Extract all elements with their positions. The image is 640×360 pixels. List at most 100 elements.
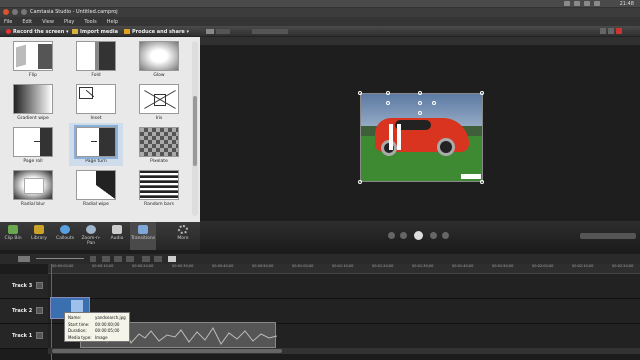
resize-handle[interactable] — [418, 111, 422, 115]
track-label: Track 3 — [12, 283, 33, 289]
transitions-scrollbar[interactable] — [192, 41, 198, 216]
transition-radial-blur[interactable]: Radial blur — [6, 166, 60, 209]
step-back-button[interactable] — [400, 232, 407, 239]
resize-handle[interactable] — [358, 91, 362, 95]
detach-icon[interactable] — [608, 28, 614, 34]
transition-fold[interactable]: Fold — [69, 37, 123, 80]
transition-iris[interactable]: Iris — [132, 80, 186, 123]
ruler-mark: 00:00:40;00 — [212, 264, 234, 268]
menu-help[interactable]: Help — [107, 19, 118, 25]
transition-label: Iris — [155, 116, 163, 121]
resize-handle[interactable] — [358, 180, 362, 184]
preview-canvas[interactable] — [200, 45, 640, 221]
record-icon — [6, 29, 11, 34]
track-toggle-button[interactable] — [36, 332, 43, 339]
track-2-lane[interactable] — [48, 299, 640, 324]
resize-handle[interactable] — [386, 91, 390, 95]
produce-share-button[interactable]: Produce and share ▾ — [124, 28, 189, 35]
tab-library[interactable]: Library — [26, 222, 52, 250]
timeline-scrollbar[interactable] — [48, 348, 640, 354]
resize-handle[interactable] — [386, 101, 390, 105]
resize-handle[interactable] — [418, 101, 422, 105]
transition-gradient-wipe[interactable]: Gradient wipe — [6, 80, 60, 123]
undo-icon[interactable] — [102, 256, 110, 262]
time-ruler[interactable]: 00:00:00;00 00:00:10;00 00:00:20;00 00:00:3… — [48, 264, 640, 274]
window-mode-icon[interactable] — [600, 28, 606, 34]
track-3-lane[interactable] — [48, 274, 640, 299]
next-clip-button[interactable] — [442, 232, 449, 239]
mail-icon[interactable] — [594, 1, 600, 6]
maximize-window-button[interactable] — [21, 9, 27, 15]
import-media-button[interactable]: Import media — [72, 28, 118, 35]
pixelate-thumbnail — [139, 127, 179, 157]
minimize-window-button[interactable] — [12, 9, 18, 15]
step-forward-button[interactable] — [430, 232, 437, 239]
tab-clip-bin[interactable]: Clip Bin — [0, 222, 26, 250]
play-button[interactable] — [414, 231, 423, 240]
library-icon — [34, 225, 44, 234]
track-toggle-button[interactable] — [36, 307, 43, 314]
tab-label: More — [177, 236, 189, 241]
scrollbar-thumb[interactable] — [193, 96, 197, 166]
zoom-in-icon[interactable] — [90, 256, 96, 262]
tab-more[interactable]: More — [170, 222, 196, 250]
track-toggle-button[interactable] — [36, 282, 43, 289]
resize-handle[interactable] — [432, 101, 436, 105]
tab-label: Audio — [110, 236, 124, 241]
cut-icon[interactable] — [126, 256, 134, 262]
menu-play[interactable]: Play — [64, 19, 74, 25]
window-titlebar[interactable]: Camtasia Studio - Untitled.camproj — [0, 8, 640, 17]
battery-icon[interactable] — [574, 1, 580, 6]
page-roll-thumbnail — [13, 127, 53, 157]
random-bars-thumbnail — [139, 170, 179, 200]
transition-inset[interactable]: Inset — [69, 80, 123, 123]
menu-file[interactable]: File — [4, 19, 12, 25]
paste-icon[interactable] — [168, 256, 176, 262]
transition-label: Inset — [90, 116, 102, 121]
volume-slider[interactable] — [580, 233, 636, 239]
window-title: Camtasia Studio - Untitled.camproj — [30, 9, 118, 15]
zoom-dropdown[interactable] — [252, 28, 288, 35]
menu-edit[interactable]: Edit — [22, 19, 32, 25]
copy-icon[interactable] — [154, 256, 162, 262]
ruler-mark: 00:00:20;00 — [132, 264, 154, 268]
video-frame[interactable] — [360, 93, 483, 182]
resize-handle[interactable] — [418, 91, 422, 95]
menu-view[interactable]: View — [42, 19, 54, 25]
transition-label: Random bars — [144, 202, 174, 207]
tab-transitions[interactable]: Transitions — [130, 222, 156, 250]
volume-icon[interactable] — [584, 1, 590, 6]
transitions-icon — [138, 225, 148, 234]
previous-clip-button[interactable] — [388, 232, 395, 239]
ruler-mark: 00:00:00;00 — [52, 264, 74, 268]
transition-random-bars[interactable]: Random bars — [132, 166, 186, 209]
tab-callouts[interactable]: Callouts — [52, 222, 78, 250]
system-tray[interactable] — [564, 1, 600, 6]
resize-handle[interactable] — [480, 180, 484, 184]
transition-label: Flip — [29, 73, 37, 78]
transition-radial-wipe[interactable]: Radial wipe — [69, 166, 123, 209]
zoom-slider[interactable] — [36, 258, 84, 259]
close-window-button[interactable] — [3, 9, 9, 15]
transition-page-turn[interactable]: Page turn — [69, 123, 123, 166]
record-screen-button[interactable]: Record the screen ▾ — [6, 28, 69, 35]
redo-icon[interactable] — [114, 256, 122, 262]
tab-zoom-n-pan[interactable]: Zoom-n-Pan — [78, 222, 104, 250]
resize-handle[interactable] — [480, 91, 484, 95]
menu-tools[interactable]: Tools — [84, 19, 96, 25]
canvas-size-dropdown[interactable] — [206, 28, 230, 35]
task-tabs: Clip Bin Library Callouts Zoom-n-Pan Aud… — [0, 222, 200, 250]
transitions-panel: Flip Fold Glow Gradient wipe Inset Iris … — [0, 37, 200, 222]
transition-pixelate[interactable]: Pixelate — [132, 123, 186, 166]
transition-page-roll[interactable]: Page roll — [6, 123, 60, 166]
transition-flip[interactable]: Flip — [6, 37, 60, 80]
system-clock[interactable]: 21:48 — [620, 1, 634, 7]
split-icon[interactable] — [142, 256, 150, 262]
settings-dropdown[interactable] — [18, 256, 30, 262]
network-icon[interactable] — [564, 1, 570, 6]
transition-glow[interactable]: Glow — [132, 37, 186, 80]
scrollbar-thumb[interactable] — [52, 349, 282, 353]
tab-label: Transitions — [130, 236, 156, 241]
tab-audio[interactable]: Audio — [104, 222, 130, 250]
close-preview-icon[interactable] — [616, 28, 622, 34]
